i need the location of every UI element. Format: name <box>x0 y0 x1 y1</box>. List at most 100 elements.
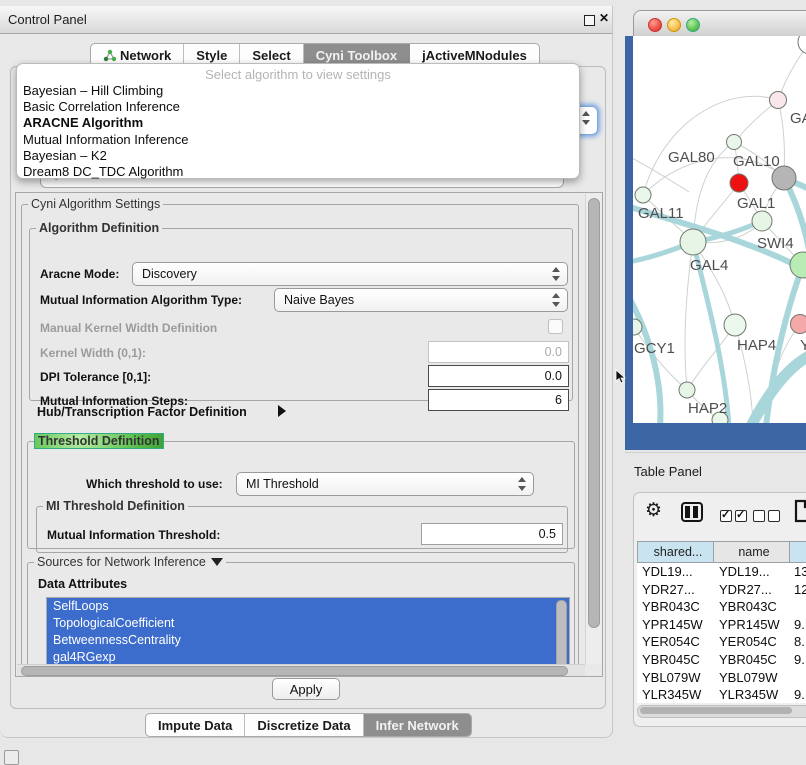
table-column-header[interactable]: name <box>714 541 790 563</box>
tab-impute-data[interactable]: Impute Data <box>146 714 245 736</box>
table-cell: YBR043C <box>637 598 714 616</box>
tab-label: Style <box>196 48 227 63</box>
dropdown-prompt: Select algorithm to view settings <box>17 67 579 82</box>
attribute-list-item[interactable]: BetweennessCentrality <box>47 632 569 649</box>
table-cell: YER054C <box>637 633 714 651</box>
settings-scroll-pane: Cyni Algorithm Settings Algorithm Defini… <box>15 192 603 677</box>
dropdown-item[interactable]: Mutual Information Inference <box>23 132 573 148</box>
network-node[interactable] <box>790 252 806 278</box>
gear-icon[interactable]: ⚙ <box>645 501 662 520</box>
table-cell: 8. <box>790 633 806 651</box>
network-node[interactable] <box>680 229 706 255</box>
which-threshold-combo[interactable]: MI Threshold <box>236 472 534 496</box>
apply-button[interactable]: Apply <box>272 678 340 700</box>
dropdown-item[interactable]: Dream8 DC_TDC Algorithm <box>23 164 573 180</box>
list-scrollbar[interactable] <box>556 600 567 668</box>
apply-label: Apply <box>290 682 323 697</box>
table-cell: 9. <box>790 651 806 669</box>
close-window-icon[interactable] <box>648 18 662 32</box>
mi-algorithm-type-label: Mutual Information Algorithm Type: <box>40 293 242 307</box>
table-cell: 9. <box>790 616 806 634</box>
node-table[interactable]: shared...nameA YDL19...YDL19...13YDR27..… <box>637 541 806 703</box>
table-cell: YLR345W <box>637 686 714 703</box>
data-attributes-label: Data Attributes <box>38 577 127 591</box>
table-column-header[interactable]: shared... <box>637 541 714 563</box>
network-node[interactable] <box>727 135 742 150</box>
panel-title: Control Panel <box>8 12 87 27</box>
network-window-titlebar[interactable] <box>633 10 806 38</box>
table-row[interactable]: YBR045CYBR045C9. <box>637 651 806 669</box>
combo-value: MI Threshold <box>246 477 319 491</box>
float-window-icon[interactable] <box>584 15 595 26</box>
threshold-definition-group: Threshold Definition Which threshold to … <box>27 433 575 549</box>
network-node[interactable] <box>770 92 787 109</box>
node-label: Y <box>800 337 806 354</box>
table-cell: YPR145W <box>637 616 714 634</box>
tab-infer-network[interactable]: Infer Network <box>364 714 471 736</box>
sources-title-text: Sources for Network Inference <box>37 555 206 569</box>
node-label: GAL10 <box>733 153 780 170</box>
dropdown-item[interactable]: Basic Correlation Inference <box>23 99 573 115</box>
unchecked-columns-icon[interactable] <box>753 507 783 525</box>
mi-algorithm-type-combo[interactable]: Naive Bayes <box>274 288 568 312</box>
algorithm-dropdown[interactable]: Select algorithm to view settings Bayesi… <box>16 63 580 179</box>
collapsed-arrow-icon[interactable] <box>278 405 286 417</box>
threshold-definition-title: Threshold Definition <box>34 433 164 449</box>
dpi-tolerance-field[interactable]: 0.0 <box>428 365 569 387</box>
network-icon <box>103 49 116 62</box>
dropdown-item[interactable]: Bayesian – Hill Climbing <box>23 83 573 99</box>
network-node[interactable] <box>679 382 695 398</box>
dropdown-item[interactable]: Bayesian – K2 <box>23 148 573 164</box>
columns-icon[interactable] <box>681 502 703 522</box>
settings-horizontal-scrollbar[interactable] <box>17 664 585 676</box>
control-panel-window: Control Panel ✕ Network Style Select Cyn… <box>0 6 613 738</box>
kernel-width-field[interactable]: 0.0 <box>428 341 569 363</box>
field-value: 6 <box>555 393 562 407</box>
table-row[interactable]: YLR345WYLR345W9. <box>637 686 806 703</box>
tab-discretize-data[interactable]: Discretize Data <box>245 714 363 736</box>
mouse-cursor <box>615 369 626 384</box>
combo-value: Discovery <box>142 267 197 281</box>
document-icon[interactable] <box>794 499 806 523</box>
table-cell: YPR145W <box>714 616 790 634</box>
attribute-list-item[interactable]: TopologicalCoefficient <box>47 615 569 632</box>
table-cell: YBR045C <box>637 651 714 669</box>
dpi-tolerance-label: DPI Tolerance [0,1]: <box>40 370 151 384</box>
manual-kernel-width-checkbox[interactable] <box>548 319 563 334</box>
mi-threshold-field[interactable]: 0.5 <box>421 523 563 545</box>
network-node[interactable] <box>724 314 746 336</box>
network-canvas[interactable]: GALGAL80GAL10GAL11GAL1SWI4GAL4GCY1HAP4YH… <box>633 36 806 423</box>
float-panel-icon[interactable] <box>4 750 19 765</box>
network-node[interactable] <box>635 187 651 203</box>
attribute-list-item[interactable]: SelfLoops <box>47 598 569 615</box>
combo-spinner-icon <box>581 111 589 125</box>
maximize-window-icon[interactable] <box>686 18 700 32</box>
table-row[interactable]: YBR043CYBR043C <box>637 598 806 616</box>
node-label: GAL80 <box>668 149 715 166</box>
table-horizontal-scrollbar[interactable] <box>637 705 806 718</box>
table-cell: YDL19... <box>637 563 714 581</box>
minimize-window-icon[interactable] <box>667 18 681 32</box>
field-value: 0.0 <box>545 369 562 383</box>
node-label: GAL11 <box>638 205 684 222</box>
checked-columns-icon[interactable] <box>720 507 750 525</box>
network-node[interactable] <box>730 174 748 192</box>
dropdown-item[interactable]: ARACNE Algorithm <box>23 115 573 131</box>
table-row[interactable]: YPR145WYPR145W9. <box>637 616 806 634</box>
network-node[interactable] <box>752 211 772 231</box>
mi-steps-field[interactable]: 6 <box>428 389 569 411</box>
sources-group: Sources for Network Inference Data Attri… <box>27 555 575 677</box>
table-row[interactable]: YDL19...YDL19...13 <box>637 563 806 581</box>
table-column-header[interactable]: A <box>790 541 806 563</box>
hub-section-label: Hub/Transcription Factor Definition <box>37 405 247 419</box>
network-node[interactable] <box>791 315 806 334</box>
table-row[interactable]: YER054CYER054C8. <box>637 633 806 651</box>
table-row[interactable]: YDR27...YDR27...12 <box>637 581 806 599</box>
aracne-mode-combo[interactable]: Discovery <box>132 262 568 286</box>
network-node[interactable] <box>798 36 806 54</box>
table-row[interactable]: YBL079WYBL079W <box>637 669 806 687</box>
settings-vertical-scrollbar[interactable] <box>585 194 601 664</box>
manual-kernel-width-label: Manual Kernel Width Definition <box>40 321 217 335</box>
close-icon[interactable]: ✕ <box>599 11 609 25</box>
expanded-arrow-icon[interactable] <box>211 558 223 566</box>
